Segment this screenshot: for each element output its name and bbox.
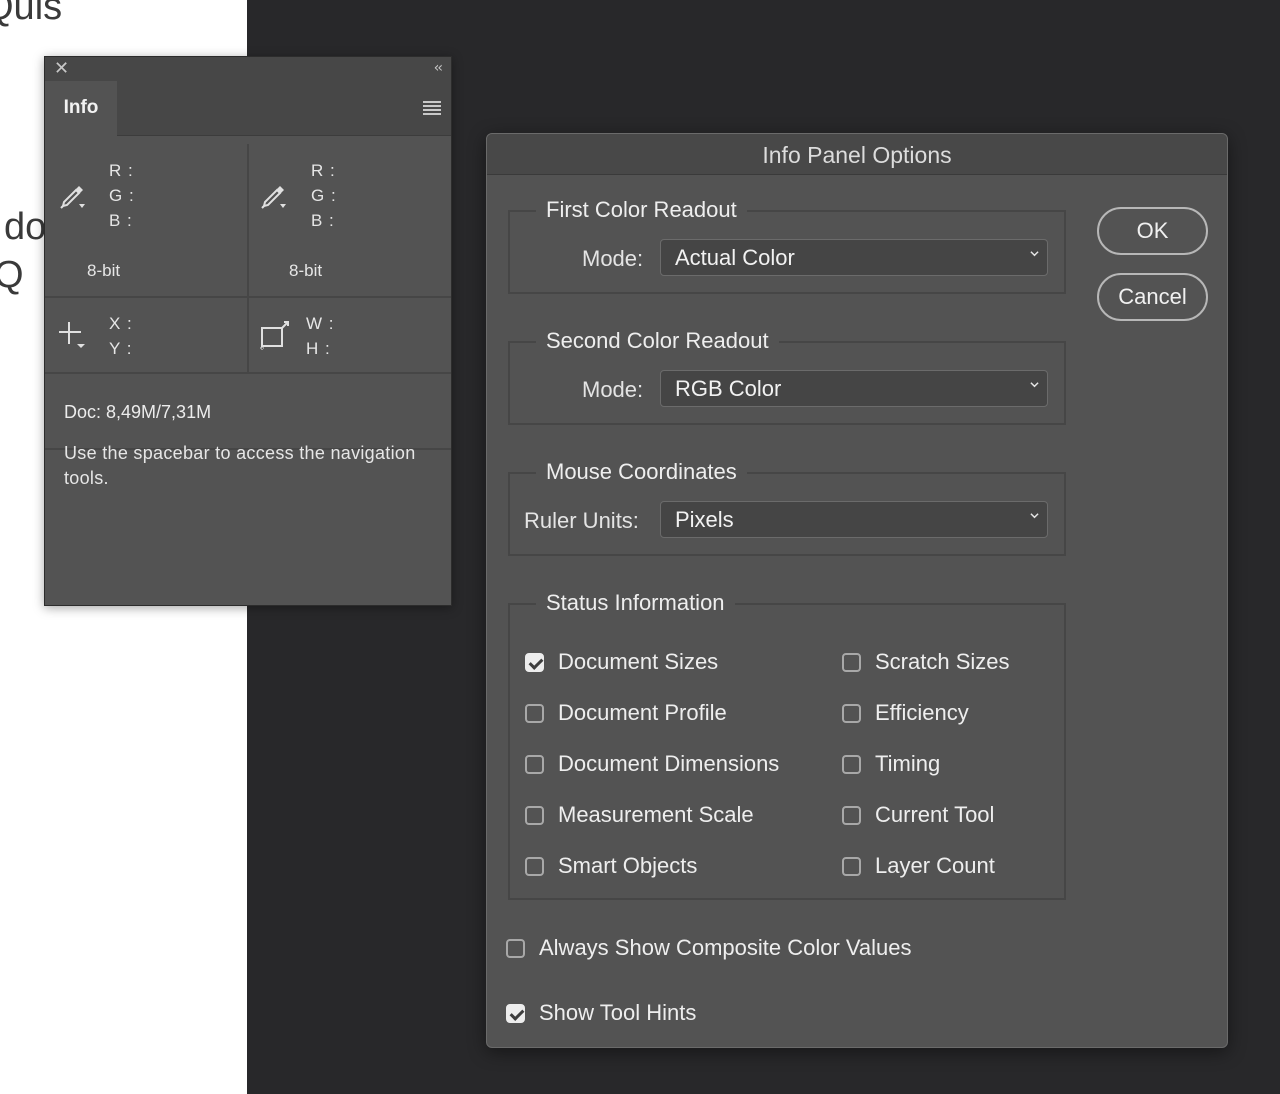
group-title: Status Information bbox=[536, 588, 735, 618]
checkbox[interactable] bbox=[525, 857, 544, 876]
chevron-down-icon bbox=[1030, 251, 1039, 257]
select-value: RGB Color bbox=[675, 376, 782, 401]
tab-info[interactable]: Info bbox=[45, 81, 117, 136]
info-readouts: R : G : B : 8-bit R : G : B : 8-bit X: … bbox=[45, 136, 451, 450]
checkbox[interactable] bbox=[842, 806, 861, 825]
second-color-readout: R : G : B : 8-bit bbox=[249, 136, 451, 296]
mouse-coordinates-readout: X : Y : bbox=[45, 298, 247, 372]
ruler-units-label: Ruler Units: bbox=[524, 508, 639, 533]
tool-hint-text: Use the spacebar to access the navigatio… bbox=[64, 443, 416, 488]
eyedropper-icon[interactable] bbox=[57, 182, 87, 212]
first-color-mode-select[interactable]: Actual Color bbox=[660, 239, 1048, 276]
width-label: W : bbox=[306, 314, 335, 333]
y-coordinate-label: Y : bbox=[109, 339, 133, 358]
checkbox[interactable] bbox=[506, 1004, 525, 1023]
checkbox-label: Always Show Composite Color Values bbox=[539, 935, 912, 960]
document-size-status: Doc: 8,49M/7,31M bbox=[64, 402, 212, 422]
mode-label: Mode: bbox=[582, 377, 644, 402]
first-color-readout-group: First Color Readout Mode: Actual Color bbox=[508, 195, 1066, 294]
mode-label: Mode: bbox=[582, 246, 644, 271]
selection-size-icon[interactable] bbox=[258, 320, 292, 352]
document-text-line3: Q bbox=[0, 254, 24, 296]
checkbox[interactable] bbox=[525, 704, 544, 723]
checkbox[interactable] bbox=[506, 939, 525, 958]
green-channel-label: G : bbox=[109, 186, 135, 205]
checkbox[interactable] bbox=[525, 806, 544, 825]
document-text-line2: do bbox=[4, 206, 47, 248]
select-value: Pixels bbox=[675, 507, 734, 532]
checkbox-label: Timing bbox=[875, 751, 941, 776]
red-channel-label: R : bbox=[311, 161, 336, 180]
checkbox[interactable] bbox=[525, 653, 544, 672]
chevron-down-icon bbox=[1030, 513, 1039, 519]
checkbox[interactable] bbox=[842, 857, 861, 876]
checkbox[interactable] bbox=[842, 704, 861, 723]
group-title: Second Color Readout bbox=[536, 326, 779, 356]
x-coordinate-label: X : bbox=[109, 314, 133, 333]
checkbox-label: Measurement Scale bbox=[558, 802, 754, 827]
bit-depth-label: 8-bit bbox=[289, 261, 323, 280]
checkbox-label: Smart Objects bbox=[558, 853, 698, 878]
eyedropper-icon[interactable] bbox=[258, 182, 288, 212]
checkbox-label: Layer Count bbox=[875, 853, 995, 878]
mouse-coordinates-group: Mouse Coordinates Ruler Units: Pixels bbox=[508, 457, 1066, 556]
collapse-icon[interactable]: ‹‹ bbox=[434, 60, 443, 76]
cancel-button[interactable]: Cancel bbox=[1097, 273, 1208, 321]
panel-titlebar[interactable]: ✕ ‹‹ bbox=[45, 57, 451, 81]
select-value: Actual Color bbox=[675, 245, 795, 270]
blue-channel-label: B : bbox=[109, 211, 133, 230]
checkbox-label: Efficiency bbox=[875, 700, 969, 725]
panel-menu-icon[interactable] bbox=[423, 101, 441, 117]
group-title: Mouse Coordinates bbox=[536, 457, 747, 487]
group-title: First Color Readout bbox=[536, 195, 747, 225]
divider bbox=[45, 372, 451, 374]
panel-tab-row: Info bbox=[45, 81, 451, 136]
checkbox-label: Document Profile bbox=[558, 700, 727, 725]
second-color-mode-select[interactable]: RGB Color bbox=[660, 370, 1048, 407]
bit-depth-label: 8-bit bbox=[87, 261, 121, 280]
checkbox[interactable] bbox=[842, 653, 861, 672]
status-information-group: Status Information Document Sizes Docume… bbox=[508, 588, 1066, 900]
checkbox-label: Document Dimensions bbox=[558, 751, 780, 776]
blue-channel-label: B : bbox=[311, 211, 335, 230]
document-text-line1: Quis bbox=[0, 0, 63, 28]
checkbox-label: Document Sizes bbox=[558, 649, 719, 674]
selection-size-readout: W : H : bbox=[249, 298, 451, 372]
checkbox-label: Show Tool Hints bbox=[539, 1000, 697, 1025]
close-icon[interactable]: ✕ bbox=[54, 59, 69, 79]
checkbox-label: Current Tool bbox=[875, 802, 995, 827]
second-color-readout-group: Second Color Readout Mode: RGB Color bbox=[508, 326, 1066, 425]
crosshair-icon[interactable] bbox=[57, 320, 89, 352]
red-channel-label: R : bbox=[109, 161, 134, 180]
info-panel: ✕ ‹‹ Info R : G : B : 8-bit R: G: B: … bbox=[44, 56, 452, 606]
first-color-readout: R : G : B : 8-bit bbox=[45, 136, 247, 296]
checkbox-label: Scratch Sizes bbox=[875, 649, 1010, 674]
info-panel-options-dialog: Info Panel Options First Color Readout M… bbox=[486, 133, 1228, 1048]
ruler-units-select[interactable]: Pixels bbox=[660, 501, 1048, 538]
dialog-title: Info Panel Options bbox=[487, 134, 1227, 175]
green-channel-label: G : bbox=[311, 186, 337, 205]
checkbox[interactable] bbox=[842, 755, 861, 774]
checkbox[interactable] bbox=[525, 755, 544, 774]
height-label: H : bbox=[306, 339, 331, 358]
ok-button[interactable]: OK bbox=[1097, 207, 1208, 255]
chevron-down-icon bbox=[1030, 382, 1039, 388]
